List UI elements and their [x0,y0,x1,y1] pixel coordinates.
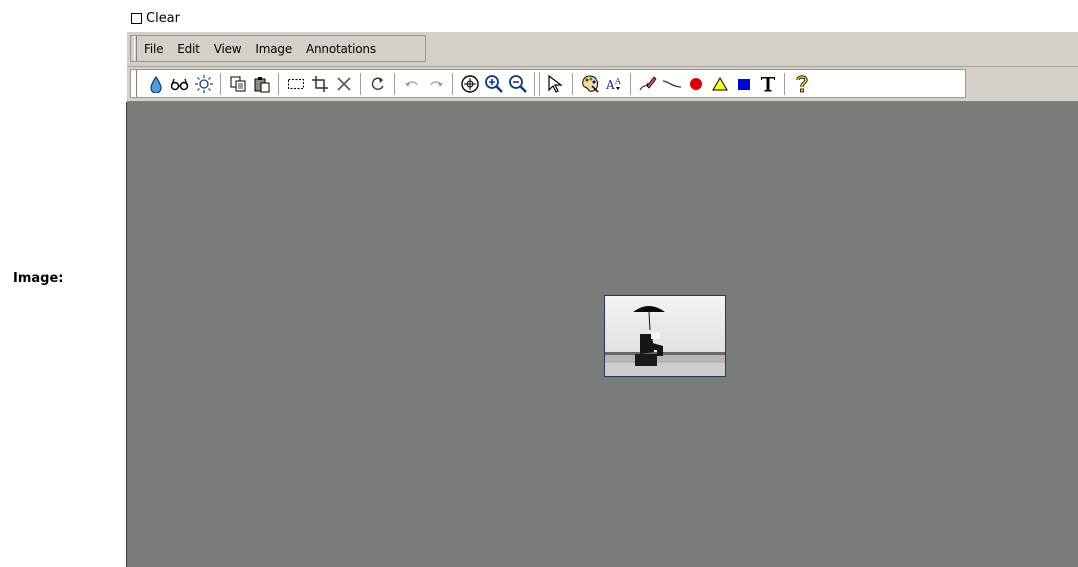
brightness-icon[interactable] [193,73,215,95]
toolbar-separator [220,72,222,95]
copy-icon[interactable] [227,73,249,95]
toolbar-separator [572,72,574,95]
font-size-icon[interactable]: AA [603,73,625,95]
redo-icon[interactable] [425,73,447,95]
toolbar-separator-double [534,71,540,96]
text-icon[interactable] [757,73,779,95]
menu-bar: File Edit View Image Annotations [127,32,1078,67]
palette-icon[interactable] [579,73,601,95]
undo-icon[interactable] [401,73,423,95]
toolbar-separator [360,72,362,95]
menu-annotations[interactable]: Annotations [306,42,376,56]
toolbar-separator [278,72,280,95]
toolbar-separator [452,72,454,95]
select-rect-icon[interactable] [285,73,307,95]
crop-icon[interactable] [309,73,331,95]
image-canvas[interactable] [127,102,1078,567]
svg-text:A: A [614,77,621,86]
clear-checkbox-row[interactable]: Clear [131,9,180,27]
menu-image[interactable]: Image [255,42,292,56]
image-field-label: Image: [13,271,64,286]
menu-edit[interactable]: Edit [177,42,200,56]
paste-icon[interactable] [251,73,273,95]
tool-group: AA [130,69,966,98]
photo-man-with-umbrella [605,296,725,376]
glasses-icon[interactable] [169,73,191,95]
zoom-in-icon[interactable] [483,73,505,95]
ellipse-icon[interactable] [685,73,707,95]
menu-file[interactable]: File [144,42,163,56]
svg-text:A: A [605,78,615,92]
tool-bar: AA [127,67,1078,102]
pointer-icon[interactable] [545,73,567,95]
rectangle-icon[interactable] [733,73,755,95]
menu-grip[interactable] [134,36,137,61]
zoom-out-icon[interactable] [507,73,529,95]
menu-view[interactable]: View [214,42,242,56]
line-icon[interactable] [661,73,683,95]
clear-checkbox[interactable] [131,12,142,24]
rotate-icon[interactable] [367,73,389,95]
toolbar-separator [630,72,632,95]
pen-icon[interactable] [637,73,659,95]
help-icon[interactable] [791,73,813,95]
toolbar-grip[interactable] [134,70,137,97]
triangle-icon[interactable] [709,73,731,95]
zoom-fit-icon[interactable] [459,73,481,95]
delete-icon[interactable] [333,73,355,95]
clear-label[interactable]: Clear [146,11,180,26]
dropper-icon[interactable] [145,73,167,95]
toolbar-separator [394,72,396,95]
menu-group: File Edit View Image Annotations [130,35,426,62]
image-thumbnail[interactable] [604,295,726,377]
toolbar-separator [784,72,786,95]
